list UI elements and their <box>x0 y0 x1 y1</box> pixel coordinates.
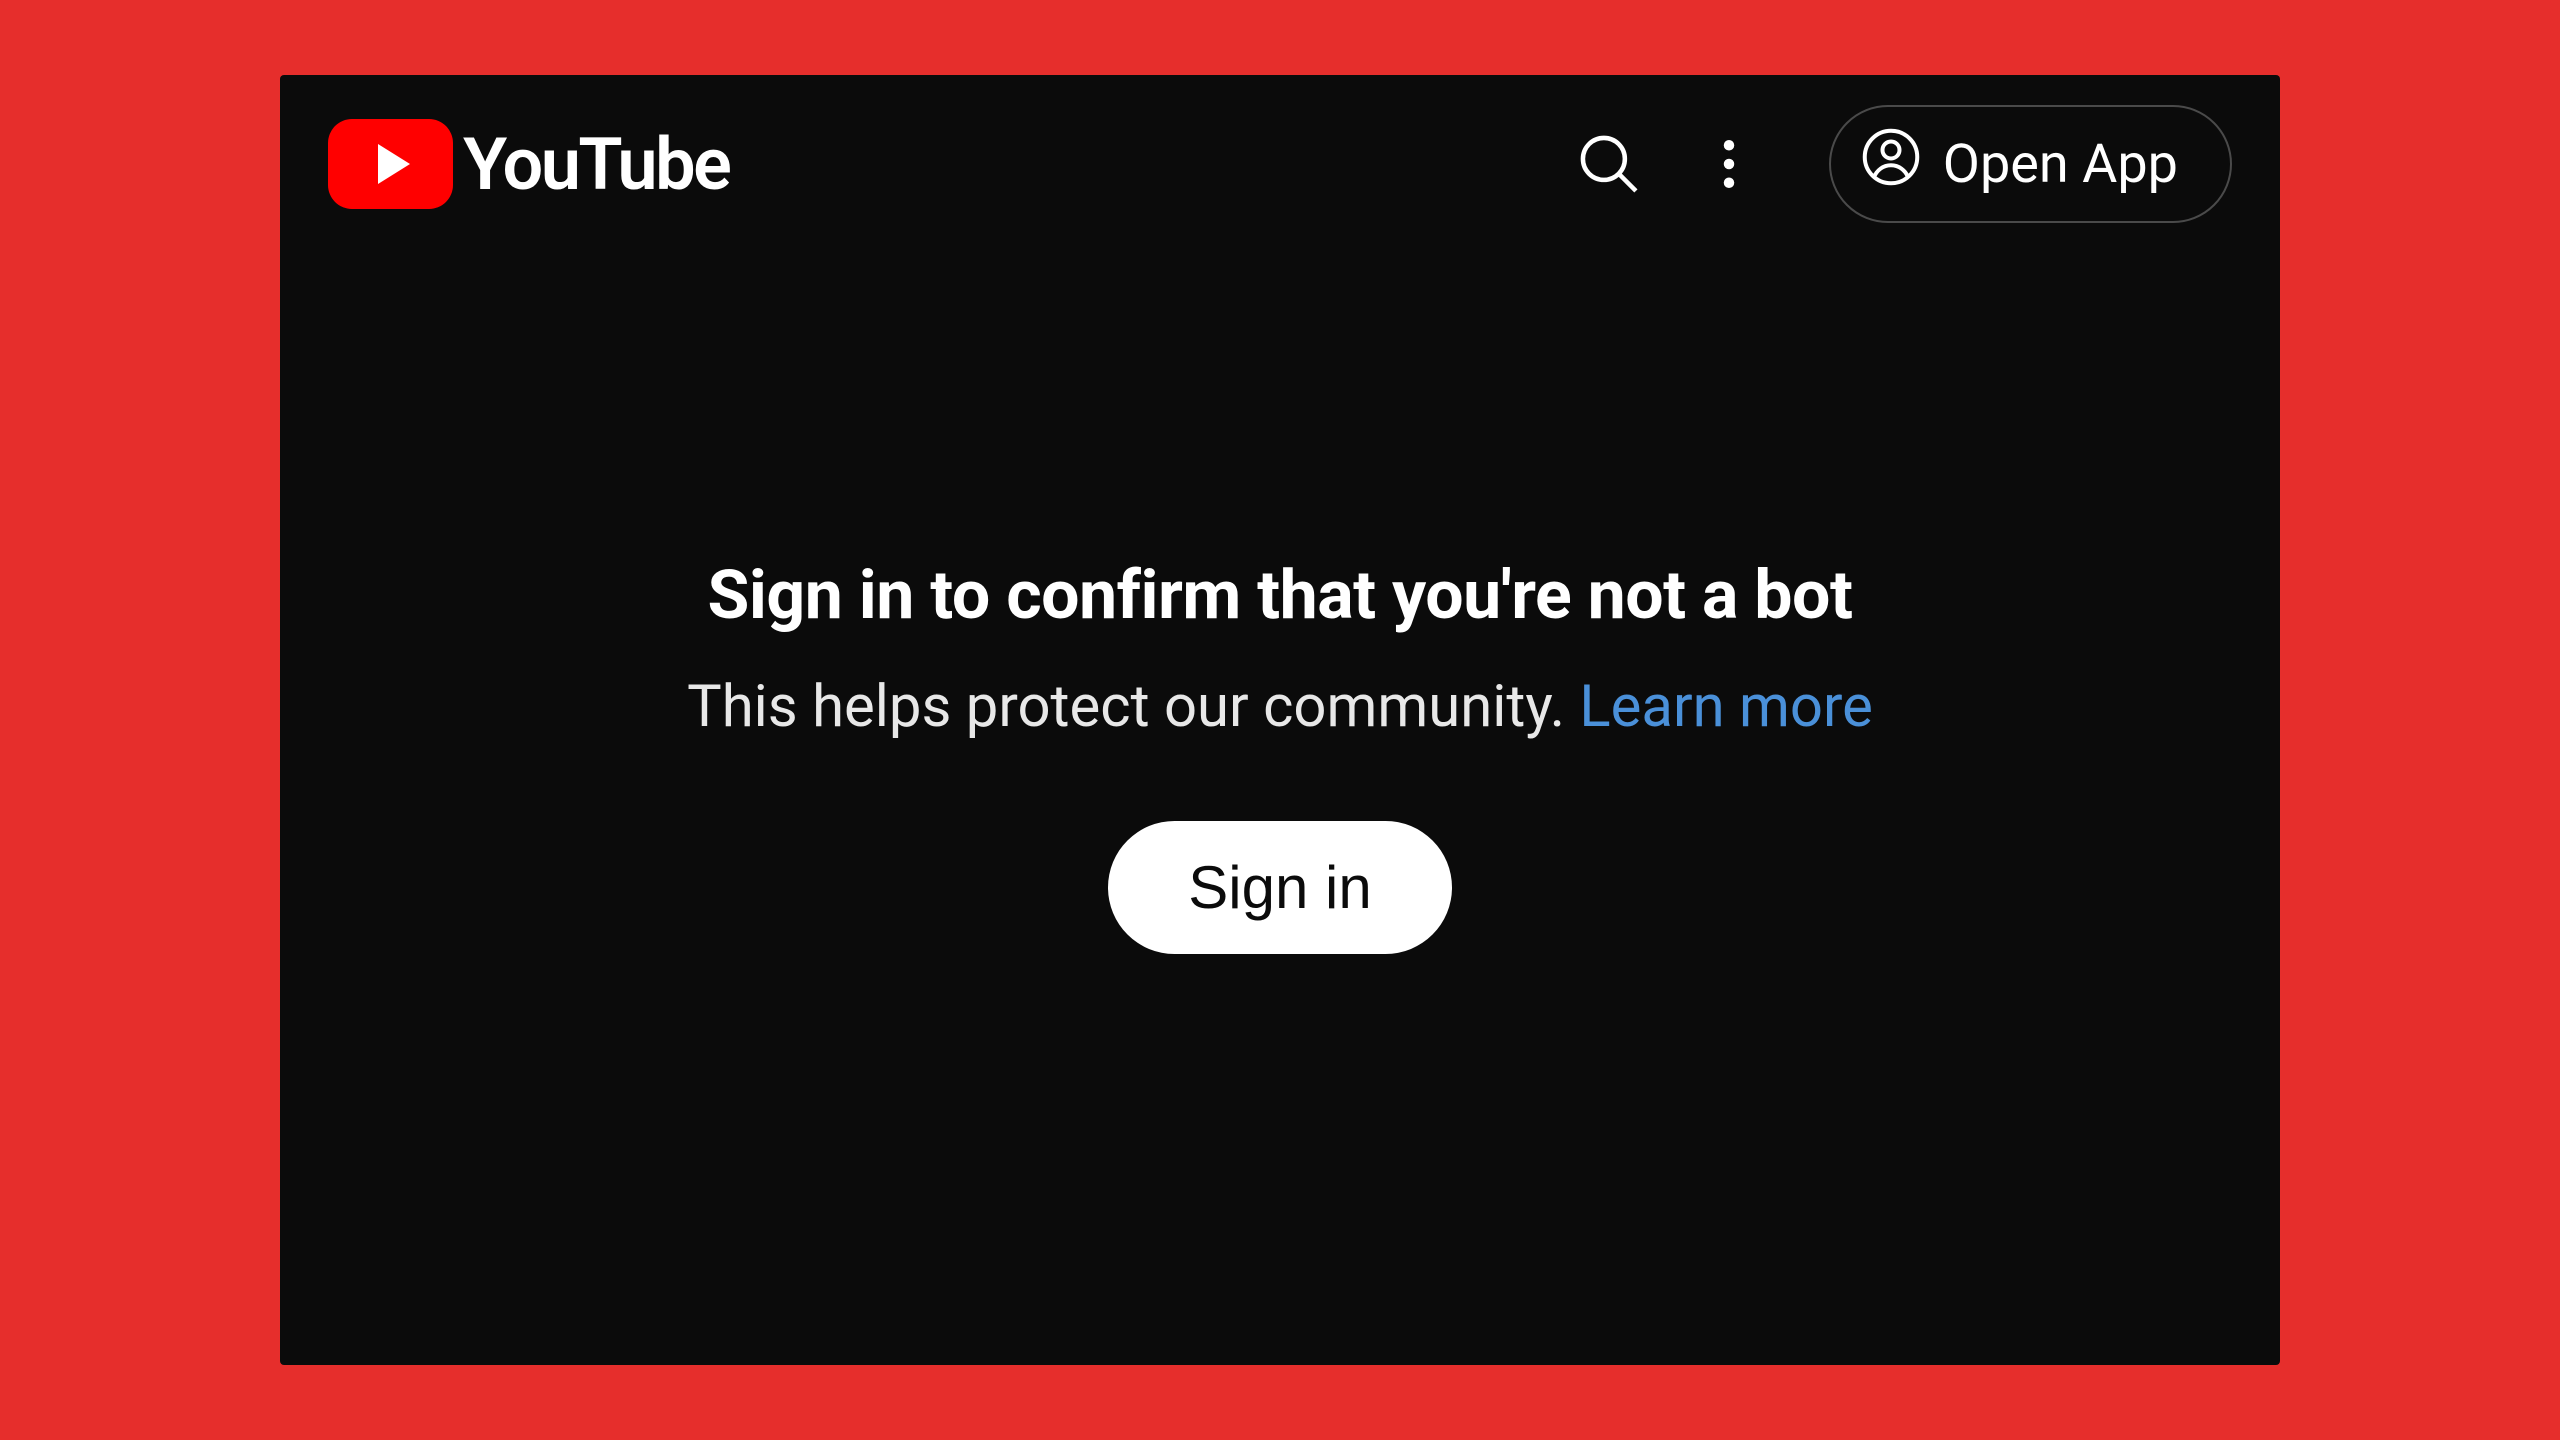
youtube-play-badge-icon <box>328 119 453 209</box>
more-menu-button[interactable] <box>1679 114 1779 214</box>
learn-more-link[interactable]: Learn more <box>1579 673 1872 741</box>
subtext-text: This helps protect our community. <box>687 673 1579 741</box>
open-app-button[interactable]: Open App <box>1829 105 2232 223</box>
open-app-label: Open App <box>1943 133 2178 196</box>
user-icon <box>1861 127 1921 201</box>
youtube-wordmark: YouTube <box>463 122 729 207</box>
play-triangle-icon <box>378 144 410 184</box>
main-content: Sign in to confirm that you're not a bot… <box>280 253 2280 1365</box>
app-window: YouTube Open App <box>280 75 2280 1365</box>
bot-check-subtext: This helps protect our community. Learn … <box>687 673 1873 741</box>
search-icon <box>1575 130 1643 198</box>
youtube-logo[interactable]: YouTube <box>328 119 729 209</box>
header-bar: YouTube Open App <box>280 75 2280 253</box>
sign-in-button[interactable]: Sign in <box>1108 821 1451 954</box>
more-vertical-icon <box>1699 134 1759 194</box>
bot-check-heading: Sign in to confirm that you're not a bot <box>708 555 1853 635</box>
search-button[interactable] <box>1559 114 1659 214</box>
